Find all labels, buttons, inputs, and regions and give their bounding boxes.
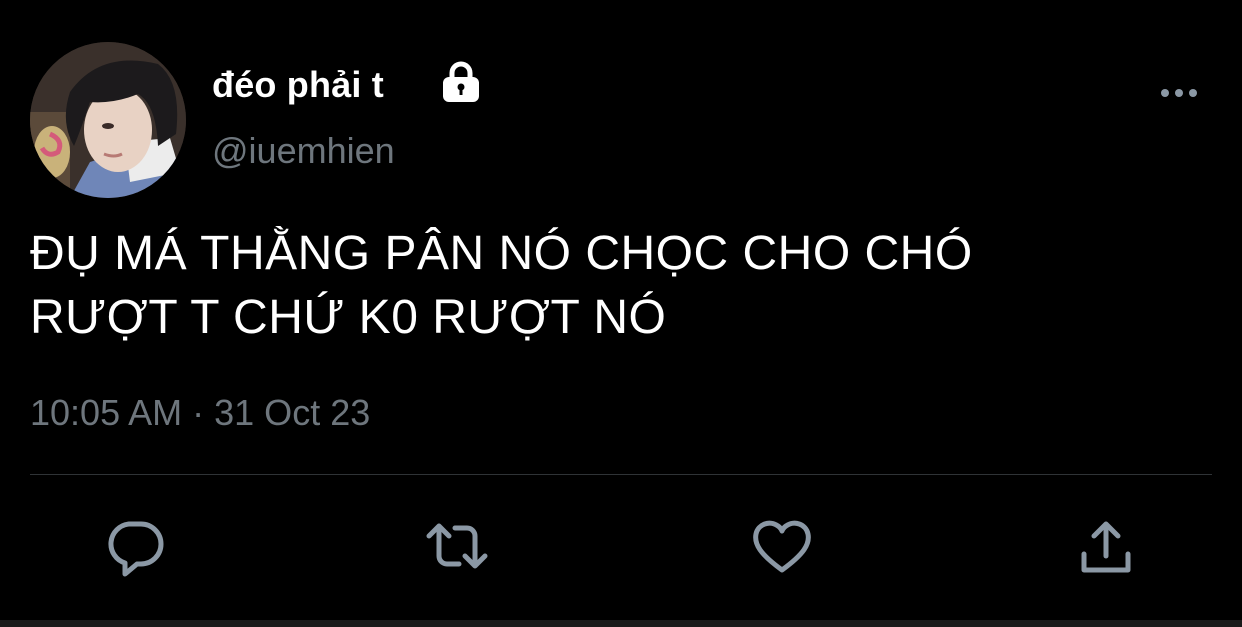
user-handle[interactable]: @iuemhien xyxy=(212,130,395,172)
tweet-text-line: RƯỢT T CHỨ K0 RƯỢT NÓ xyxy=(30,291,667,344)
tweet-time: 10:05 AM xyxy=(30,392,183,433)
avatar-image xyxy=(30,42,186,198)
retweet-icon xyxy=(426,523,488,569)
share-icon xyxy=(1081,521,1131,573)
share-button[interactable] xyxy=(1074,514,1138,578)
like-button[interactable] xyxy=(750,514,814,578)
more-horizontal-icon[interactable] xyxy=(1156,80,1202,106)
divider xyxy=(30,474,1212,475)
tweet-text-line: ĐỤ MÁ THẰNG PÂN NÓ CHỌC CHO CHÓ xyxy=(30,227,973,280)
reply-button[interactable] xyxy=(103,514,167,578)
lock-icon xyxy=(443,61,479,102)
reply-icon xyxy=(108,521,164,577)
retweet-button[interactable] xyxy=(425,514,489,578)
tweet-timestamp[interactable]: 10:05 AM · 31 Oct 23 xyxy=(30,392,370,434)
bottom-divider xyxy=(0,620,1242,627)
tweet-detail: đéo phải t @iuemhien ĐỤ MÁ THẰNG PÂN NÓ … xyxy=(0,0,1242,627)
avatar[interactable] xyxy=(30,42,186,198)
display-name[interactable]: đéo phải t xyxy=(212,64,384,106)
tweet-date: 31 Oct 23 xyxy=(214,392,371,433)
timestamp-separator: · xyxy=(192,392,205,433)
heart-icon xyxy=(753,520,811,573)
tweet-text: ĐỤ MÁ THẰNG PÂN NÓ CHỌC CHO CHÓ RƯỢT T C… xyxy=(30,222,1180,350)
